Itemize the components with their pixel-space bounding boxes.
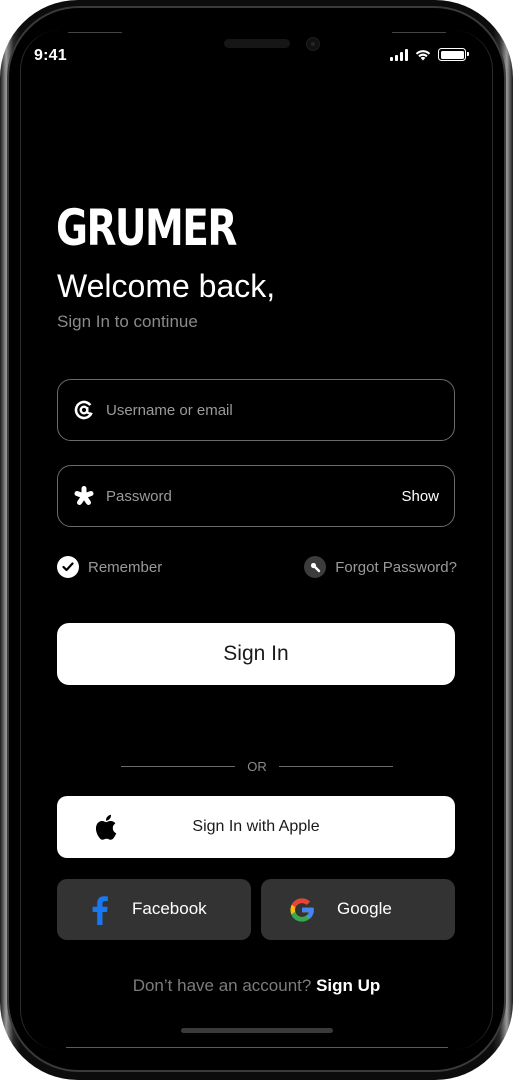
brand-logo: GRUMER	[56, 199, 237, 257]
forgot-password-label: Forgot Password?	[335, 558, 457, 576]
battery-icon	[438, 48, 469, 61]
username-input[interactable]	[106, 401, 439, 419]
google-button-label: Google	[337, 899, 392, 918]
password-field[interactable]: Show	[57, 465, 455, 527]
facebook-icon	[88, 895, 112, 930]
bezel-bottom-line	[66, 1047, 448, 1048]
options-row: Remember Forgot Password?	[57, 555, 457, 579]
remember-label: Remember	[88, 558, 163, 576]
divider-line-left	[121, 765, 236, 767]
bezel-highlight-left	[68, 32, 122, 33]
password-input[interactable]	[106, 487, 402, 505]
or-divider: OR	[121, 757, 393, 775]
divider-line-right	[278, 765, 393, 767]
front-camera	[306, 37, 320, 51]
forgot-password-link[interactable]: Forgot Password?	[304, 556, 457, 578]
cellular-signal-icon	[390, 48, 408, 61]
username-field[interactable]	[57, 379, 455, 441]
sign-in-apple-button[interactable]: Sign In with Apple	[57, 796, 455, 858]
signup-prompt-text: Don’t have an account?	[132, 976, 317, 995]
speaker-grille	[224, 39, 290, 48]
show-password-toggle[interactable]: Show	[401, 488, 439, 505]
remember-checkbox[interactable]: Remember	[57, 556, 162, 578]
bezel-highlight-right	[392, 32, 446, 33]
key-icon	[304, 556, 327, 578]
home-indicator[interactable]	[181, 1028, 333, 1033]
facebook-button-label: Facebook	[132, 899, 207, 918]
google-icon	[287, 895, 317, 930]
check-circle-icon	[57, 556, 79, 578]
sign-in-google-button[interactable]: Google	[261, 879, 455, 940]
wifi-icon	[415, 50, 431, 61]
status-time: 9:41	[34, 47, 67, 64]
status-icons	[390, 48, 469, 61]
page-title: Welcome back,	[57, 268, 276, 304]
page-subtitle: Sign In to continue	[57, 312, 198, 331]
sign-in-facebook-button[interactable]: Facebook	[57, 879, 251, 940]
signup-prompt: Don’t have an account? Sign Up	[0, 976, 513, 996]
divider-label: OR	[247, 758, 267, 774]
at-sign-icon	[73, 399, 95, 421]
sign-up-link[interactable]: Sign Up	[316, 976, 380, 995]
sign-in-button[interactable]: Sign In	[57, 623, 455, 685]
asterisk-icon	[73, 485, 95, 507]
apple-icon	[94, 812, 120, 845]
